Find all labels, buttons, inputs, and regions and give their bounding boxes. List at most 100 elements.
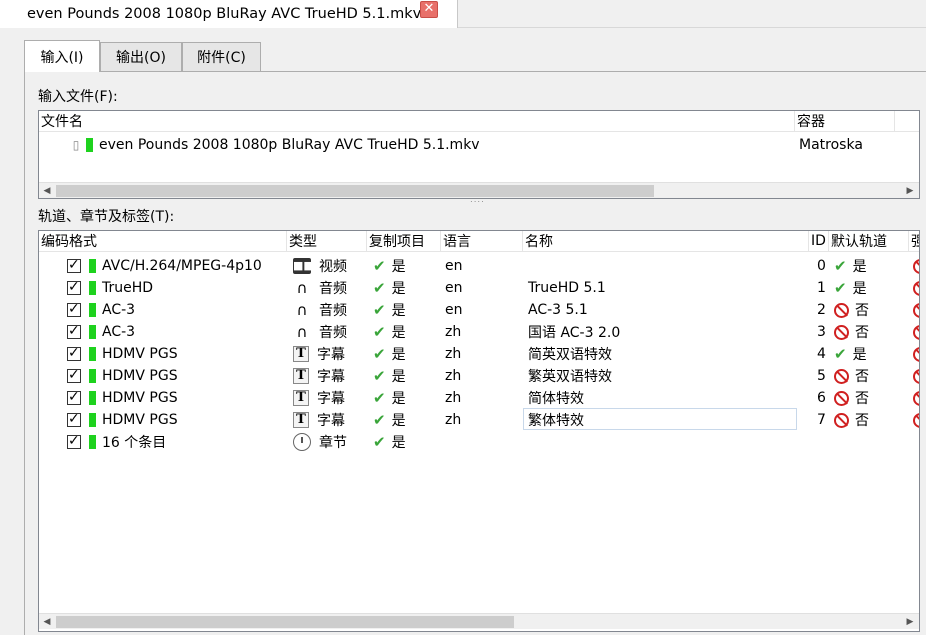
track-name[interactable]: TrueHD 5.1 <box>528 277 606 299</box>
track-language[interactable]: zh <box>445 343 461 365</box>
track-id: 4 <box>817 346 826 362</box>
column-header-type[interactable]: 类型 <box>287 231 367 252</box>
track-default-cell[interactable]: 否 <box>834 299 869 321</box>
tab-attachments[interactable]: 附件(C) <box>182 42 261 71</box>
check-icon: ✔ <box>373 323 386 341</box>
track-forced-cell[interactable] <box>913 277 919 299</box>
track-checkbox[interactable] <box>67 257 81 273</box>
scroll-right-icon[interactable]: ▶ <box>902 183 918 198</box>
track-row[interactable]: AC-3 <box>67 299 135 321</box>
track-type: 音频 <box>319 281 347 297</box>
track-forced-cell[interactable] <box>913 409 919 431</box>
track-language[interactable]: zh <box>445 321 461 343</box>
input-files-list[interactable]: 文件名 容器 ▯ even Pounds 2008 1080p BluRay A… <box>38 110 920 199</box>
column-header-language[interactable]: 语言 <box>441 231 523 252</box>
track-copy-cell[interactable]: ✔ 是 <box>373 409 406 431</box>
track-default-cell[interactable]: 否 <box>834 365 869 387</box>
track-codec: HDMV PGS <box>102 412 178 428</box>
scroll-thumb[interactable] <box>56 616 514 628</box>
track-checkbox[interactable] <box>67 301 81 317</box>
track-type-cell: ■■ 视频 <box>293 255 347 277</box>
track-type-cell: ∩ 音频 <box>293 277 348 299</box>
track-forced-cell[interactable] <box>913 321 919 343</box>
track-language[interactable]: en <box>445 277 463 299</box>
file-row[interactable]: ▯ even Pounds 2008 1080p BluRay AVC True… <box>69 134 480 156</box>
column-header-container[interactable]: 容器 <box>795 111 895 132</box>
track-checkbox[interactable] <box>67 323 81 339</box>
track-default: 是 <box>852 281 867 297</box>
track-language[interactable]: en <box>445 255 463 277</box>
track-row[interactable]: AVC/H.264/MPEG-4p10 <box>67 255 262 277</box>
status-marker <box>89 413 96 427</box>
track-checkbox[interactable] <box>67 411 81 427</box>
track-row[interactable]: HDMV PGS <box>67 365 178 387</box>
scroll-left-icon[interactable]: ◀ <box>39 614 55 630</box>
tab-output[interactable]: 输出(O) <box>100 42 182 71</box>
document-tab-bar: even Pounds 2008 1080p BluRay AVC TrueHD… <box>0 0 926 28</box>
track-checkbox[interactable] <box>67 345 81 361</box>
track-name[interactable]: 国语 AC-3 2.0 <box>528 321 620 343</box>
no-icon <box>834 324 849 340</box>
track-copy-cell[interactable]: ✔ 是 <box>373 277 406 299</box>
track-language[interactable]: zh <box>445 365 461 387</box>
column-header-codec[interactable]: 编码格式 <box>39 231 287 252</box>
track-checkbox[interactable] <box>67 279 81 295</box>
column-header-id[interactable]: ID <box>809 231 829 252</box>
track-name[interactable]: 简英双语特效 <box>528 343 612 365</box>
column-header-name[interactable]: 名称 <box>523 231 809 252</box>
track-checkbox[interactable] <box>67 389 81 405</box>
track-copy-cell[interactable]: ✔ 是 <box>373 255 406 277</box>
track-row[interactable]: HDMV PGS <box>67 387 178 409</box>
column-header-extra[interactable] <box>895 111 919 132</box>
track-language[interactable]: en <box>445 299 463 321</box>
track-name[interactable]: 繁英双语特效 <box>528 365 612 387</box>
track-copy-cell[interactable]: ✔ 是 <box>373 365 406 387</box>
track-row[interactable]: 16 个条目 <box>67 431 166 453</box>
track-row[interactable]: AC-3 <box>67 321 135 343</box>
splitter-grip-icon[interactable]: :::: <box>470 196 486 204</box>
track-copy-cell[interactable]: ✔ 是 <box>373 321 406 343</box>
track-default-cell[interactable]: 否 <box>834 321 869 343</box>
track-forced-cell[interactable] <box>913 365 919 387</box>
column-header-copy[interactable]: 复制项目 <box>367 231 441 252</box>
track-forced-cell[interactable] <box>913 255 919 277</box>
track-row[interactable]: TrueHD <box>67 277 153 299</box>
document-tab[interactable]: even Pounds 2008 1080p BluRay AVC TrueHD… <box>0 0 458 28</box>
track-default-cell[interactable]: ✔ 是 <box>834 255 867 277</box>
track-row[interactable]: HDMV PGS <box>67 409 178 431</box>
track-name[interactable]: 繁体特效 <box>528 409 584 431</box>
column-header-filename[interactable]: 文件名 <box>39 111 795 132</box>
track-copy-cell[interactable]: ✔ 是 <box>373 343 406 365</box>
track-default-cell[interactable]: ✔ 是 <box>834 343 867 365</box>
column-header-default[interactable]: 默认轨道 <box>829 231 909 252</box>
track-language[interactable]: zh <box>445 409 461 431</box>
track-default-cell[interactable]: 否 <box>834 387 869 409</box>
track-forced-cell[interactable] <box>913 299 919 321</box>
close-icon[interactable]: ✕ <box>420 1 438 18</box>
scroll-left-icon[interactable]: ◀ <box>39 183 55 198</box>
status-marker <box>89 435 96 449</box>
scroll-right-icon[interactable]: ▶ <box>902 614 918 630</box>
track-copy-cell[interactable]: ✔ 是 <box>373 431 406 453</box>
track-row[interactable]: HDMV PGS <box>67 343 178 365</box>
track-default-cell[interactable]: 否 <box>834 409 869 431</box>
track-name[interactable]: AC-3 5.1 <box>528 299 588 321</box>
track-forced-cell[interactable] <box>913 387 919 409</box>
track-id: 5 <box>817 368 826 384</box>
tracks-list[interactable]: 编码格式 类型 复制项目 语言 名称 ID 默认轨道 强 AVC/H.264/M… <box>38 230 920 632</box>
track-name[interactable]: 简体特效 <box>528 387 584 409</box>
track-copy-cell[interactable]: ✔ 是 <box>373 387 406 409</box>
track-default-cell[interactable]: ✔ 是 <box>834 277 867 299</box>
clock-icon <box>293 433 311 451</box>
track-checkbox[interactable] <box>67 367 81 383</box>
track-checkbox[interactable] <box>67 433 81 449</box>
track-copy-cell[interactable]: ✔ 是 <box>373 299 406 321</box>
scroll-thumb[interactable] <box>56 185 654 197</box>
track-forced-cell[interactable] <box>913 343 919 365</box>
column-header-forced[interactable]: 强 <box>909 231 919 252</box>
tab-input[interactable]: 输入(I) <box>24 40 100 72</box>
text-icon: T <box>293 346 309 362</box>
tracks-hscrollbar[interactable]: ◀ ▶ <box>39 613 919 629</box>
track-language[interactable]: zh <box>445 387 461 409</box>
no-icon <box>834 412 849 428</box>
